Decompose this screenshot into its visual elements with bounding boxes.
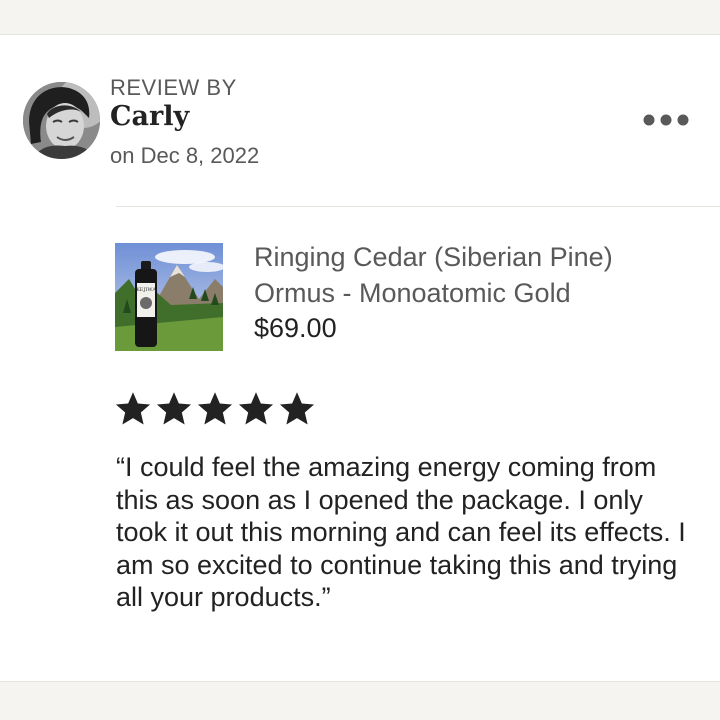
product-title-link[interactable]: Ringing Cedar (Siberian Pine) Ormus - Mo… <box>254 239 694 311</box>
product-price: $69.00 <box>254 313 337 343</box>
star-rating <box>114 391 316 427</box>
divider <box>116 206 720 207</box>
review-text: “I could feel the amazing energy coming … <box>116 452 686 612</box>
bottle-label: KEJIWA <box>136 287 156 293</box>
star-icon <box>115 392 151 425</box>
review-date: on Dec 8, 2022 <box>110 143 260 168</box>
review-card: REVIEW BY Carly on Dec 8, 2022 KEJIWA Ri… <box>0 34 720 682</box>
star-icon <box>238 392 274 425</box>
avatar-photo <box>23 82 100 159</box>
more-horizontal-icon <box>643 114 689 126</box>
product-image: KEJIWA <box>115 243 223 351</box>
reviewer-name[interactable]: Carly <box>110 101 189 132</box>
more-options-button[interactable] <box>636 105 696 135</box>
star-icon <box>279 392 315 425</box>
product-thumbnail[interactable]: KEJIWA <box>115 243 223 351</box>
star-icon <box>197 392 233 425</box>
reviewer-avatar[interactable] <box>23 82 100 159</box>
star-icon <box>156 392 192 425</box>
review-by-label: REVIEW BY <box>110 75 237 100</box>
